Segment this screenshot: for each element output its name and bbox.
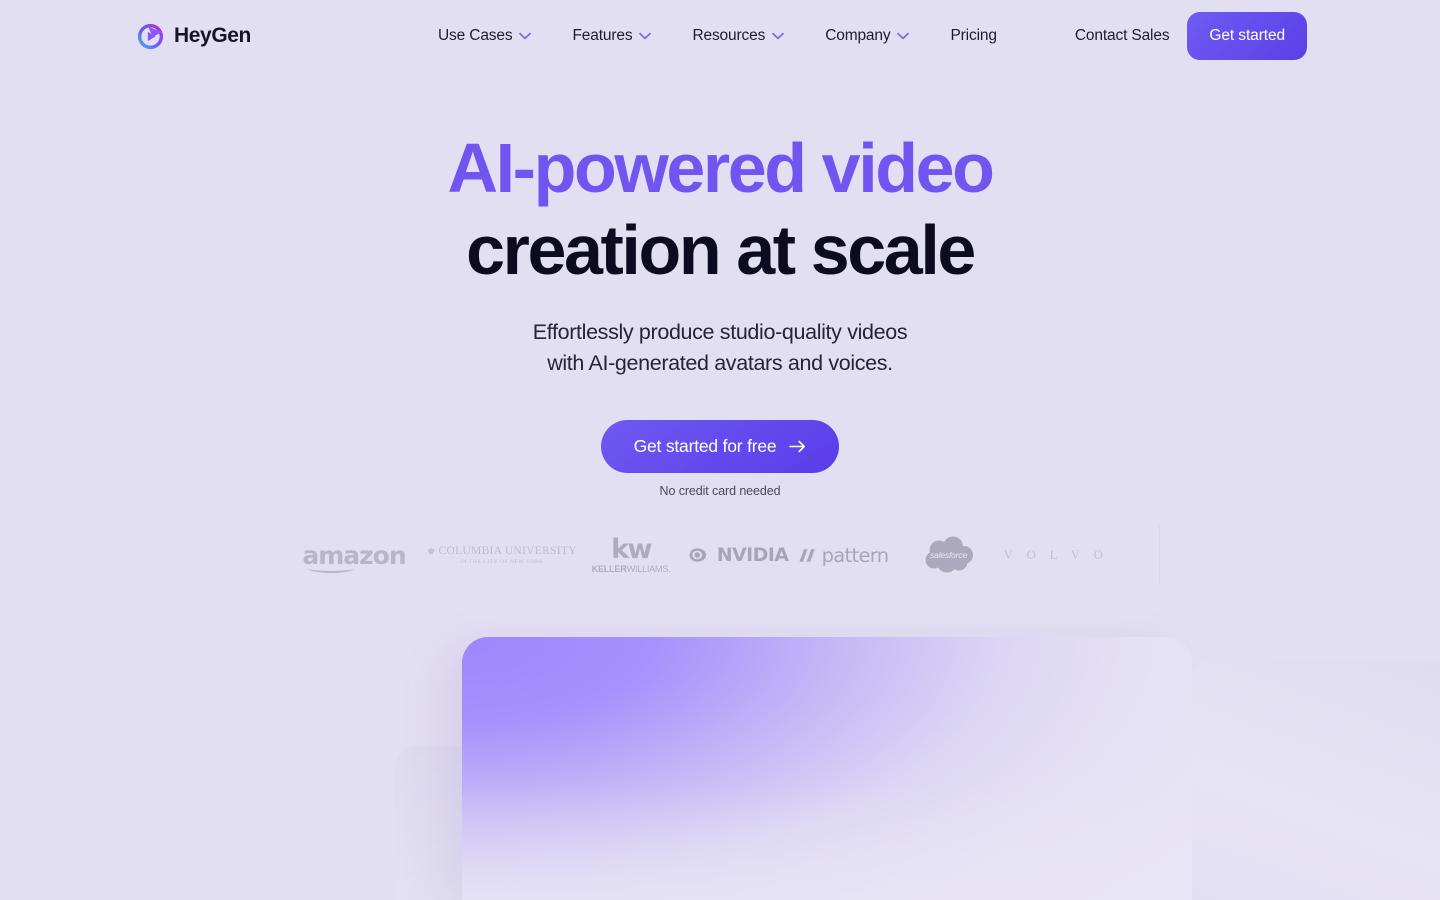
hero-section: AI-powered video creation at scale Effor… <box>0 0 1440 498</box>
hero-media-panel-right <box>1192 660 1440 900</box>
pattern-slash-icon <box>799 548 815 562</box>
logo-pattern: pattern <box>791 524 896 586</box>
logo-kw-subtext-thin: WILLIAMS. <box>626 563 671 574</box>
page-title: AI-powered video creation at scale <box>0 133 1440 285</box>
nvidia-eye-icon <box>689 548 706 562</box>
nav-item-resources[interactable]: Resources <box>692 19 798 53</box>
nav-item-features[interactable]: Features <box>572 19 665 53</box>
hero-title-line-2: creation at scale <box>466 211 976 289</box>
main-navigation: Use Cases Features Resources Company Pri <box>438 19 1011 53</box>
chevron-down-icon <box>772 32 785 40</box>
logo-salesforce: salesforce <box>896 524 1001 586</box>
nav-item-pricing[interactable]: Pricing <box>950 19 1010 53</box>
logo-pattern-text: pattern <box>821 543 889 567</box>
hero-media-area <box>0 600 1440 900</box>
hero-title-line-1: AI-powered video <box>447 129 994 207</box>
cta-label: Get started for free <box>633 436 777 457</box>
logo-nvidia-text: NVIDIA <box>716 544 789 566</box>
crown-icon: ♚ <box>427 545 436 556</box>
get-started-button[interactable]: Get started <box>1187 12 1307 60</box>
hero-media-card[interactable] <box>462 637 1192 900</box>
hero-cta-group: Get started for free No credit card need… <box>0 420 1440 498</box>
nav-item-label: Use Cases <box>438 27 513 44</box>
logo-keller-williams: kw KELLERWILLIAMS. <box>576 524 686 586</box>
contact-sales-link[interactable]: Contact Sales <box>1073 19 1172 53</box>
brand-logo-link[interactable]: HeyGen <box>136 22 251 51</box>
chevron-down-icon <box>897 32 910 40</box>
get-started-for-free-button[interactable]: Get started for free <box>600 420 840 474</box>
amazon-smile-icon <box>308 564 355 573</box>
site-header: HeyGen Use Cases Features Resources Comp… <box>0 0 1440 72</box>
logo-columbia-university: ♚ COLUMBIA UNIVERSITY IN THE CITY OF NEW … <box>427 524 577 586</box>
logo-nvidia: NVIDIA <box>686 524 791 586</box>
logo-volvo-text: V O L V O <box>1003 547 1109 562</box>
chevron-down-icon <box>639 32 652 40</box>
logo-columbia-subtext: IN THE CITY OF NEW YORK <box>460 559 544 566</box>
heygen-play-swirl-icon <box>136 22 165 51</box>
logo-kw-text: kw <box>611 533 652 565</box>
hero-subtitle: Effortlessly produce studio-quality vide… <box>0 317 1440 379</box>
nav-item-label: Resources <box>692 27 766 44</box>
hero-subtitle-line-1: Effortlessly produce studio-quality vide… <box>532 320 908 344</box>
logo-strip-divider <box>1159 526 1160 584</box>
nav-item-use-cases[interactable]: Use Cases <box>438 19 545 53</box>
chevron-down-icon <box>519 32 532 40</box>
logo-salesforce-text: salesforce <box>929 550 968 560</box>
nav-item-label: Company <box>825 27 891 44</box>
nav-item-company[interactable]: Company <box>825 19 923 53</box>
logo-amazon: amazon <box>280 524 428 586</box>
logo-columbia-text: COLUMBIA UNIVERSITY <box>438 544 577 557</box>
arrow-right-icon <box>789 441 806 453</box>
cta-note: No credit card needed <box>659 484 781 499</box>
logo-kw-subtext-bold: KELLER <box>591 563 627 574</box>
nav-item-label: Pricing <box>950 27 997 44</box>
customer-logo-strip: amazon ♚ COLUMBIA UNIVERSITY IN THE CITY … <box>0 524 1440 586</box>
logo-volvo: V O L V O <box>1001 524 1111 586</box>
brand-name: HeyGen <box>174 24 251 47</box>
header-actions: Contact Sales Get started <box>1073 12 1307 60</box>
hero-subtitle-line-2: with AI-generated avatars and voices. <box>547 351 893 376</box>
nav-item-label: Features <box>572 27 633 44</box>
